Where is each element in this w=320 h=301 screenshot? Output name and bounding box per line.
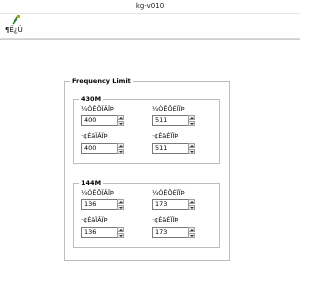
spin-down-button[interactable]: [188, 149, 195, 154]
spin-down-button[interactable]: [117, 149, 124, 154]
window-title: kg-v010: [135, 2, 165, 10]
tx-high-spinner[interactable]: 511: [152, 143, 195, 154]
toolbar: ¶Ë¿Ú: [0, 14, 300, 39]
spin-down-button[interactable]: [188, 233, 195, 238]
tx-low-input[interactable]: 136: [81, 227, 118, 238]
tx-low-label: ·¢ÉäÏÂÏÞ: [81, 132, 108, 140]
rx-high-spinner[interactable]: 511: [152, 115, 195, 126]
tx-high-label: ·¢ÉäÉÏÏÞ: [152, 216, 179, 224]
spin-up-button[interactable]: [117, 227, 124, 232]
band-144-group: 144M ¼ÓÊÕÏÂÏÞ 136 ¼ÓÊÕÉÏÏÞ 173 ·¢ÉäÏÂÏÞ …: [73, 179, 220, 248]
spin-up-button[interactable]: [117, 115, 124, 120]
band-430-title: 430M: [81, 95, 102, 103]
spin-up-button[interactable]: [188, 143, 195, 148]
tx-high-spinner[interactable]: 173: [152, 227, 195, 238]
rx-high-spinner[interactable]: 173: [152, 199, 195, 210]
toolbar-button-label: ¶Ë¿Ú: [5, 26, 23, 34]
rx-high-label: ¼ÓÊÕÉÏÏÞ: [152, 189, 185, 197]
frequency-limit-title: Frequency Limit: [72, 77, 131, 85]
rx-low-label: ¼ÓÊÕÏÂÏÞ: [81, 105, 114, 113]
tx-high-input[interactable]: 173: [152, 227, 189, 238]
main-area: Frequency Limit 430M ¼ÓÊÕÏÂÏÞ 400 ¼ÓÊÕÉÏ…: [0, 39, 300, 301]
rx-low-label: ¼ÓÊÕÏÂÏÞ: [81, 189, 114, 197]
toolbar-port-button[interactable]: ¶Ë¿Ú: [3, 15, 29, 36]
spin-up-button[interactable]: [117, 143, 124, 148]
tx-low-spinner[interactable]: 136: [81, 227, 124, 238]
tx-low-label: ·¢ÉäÏÂÏÞ: [81, 216, 108, 224]
band-144-title: 144M: [81, 179, 102, 187]
spin-down-button[interactable]: [188, 121, 195, 126]
spin-down-button[interactable]: [117, 205, 124, 210]
lightning-plug-icon: [12, 15, 20, 25]
rx-low-input[interactable]: 136: [81, 199, 118, 210]
spin-down-button[interactable]: [188, 205, 195, 210]
spin-up-button[interactable]: [188, 227, 195, 232]
spin-up-button[interactable]: [188, 115, 195, 120]
spin-up-button[interactable]: [188, 199, 195, 204]
tx-low-input[interactable]: 400: [81, 143, 118, 154]
rx-high-label: ¼ÓÊÕÉÏÏÞ: [152, 105, 185, 113]
frequency-limit-group: Frequency Limit 430M ¼ÓÊÕÏÂÏÞ 400 ¼ÓÊÕÉÏ…: [64, 77, 230, 261]
tx-high-input[interactable]: 511: [152, 143, 189, 154]
spin-up-button[interactable]: [117, 199, 124, 204]
tx-high-label: ·¢ÉäÉÏÏÞ: [152, 132, 179, 140]
spin-down-button[interactable]: [117, 121, 124, 126]
rx-low-spinner[interactable]: 136: [81, 199, 124, 210]
rx-low-spinner[interactable]: 400: [81, 115, 124, 126]
rx-high-input[interactable]: 173: [152, 199, 189, 210]
band-430-group: 430M ¼ÓÊÕÏÂÏÞ 400 ¼ÓÊÕÉÏÏÞ 511 ·¢ÉäÏÂÏÞ …: [73, 95, 220, 164]
tx-low-spinner[interactable]: 400: [81, 143, 124, 154]
rx-low-input[interactable]: 400: [81, 115, 118, 126]
rx-high-input[interactable]: 511: [152, 115, 189, 126]
spin-down-button[interactable]: [117, 233, 124, 238]
title-bar: kg-v010: [0, 0, 300, 14]
